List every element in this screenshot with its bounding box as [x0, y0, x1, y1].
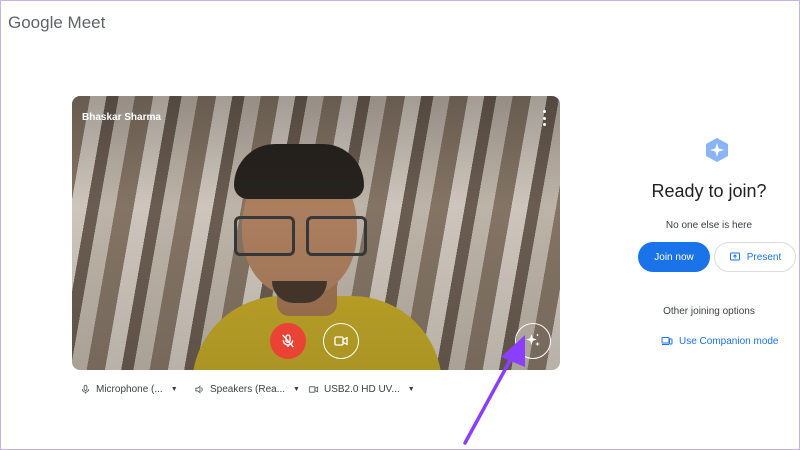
participants-status: No one else is here: [665, 220, 753, 231]
camera-icon: [334, 336, 348, 346]
speakers-label: Speakers (Rea...: [210, 384, 286, 395]
camera-toggle-button[interactable]: [323, 323, 359, 359]
participant-name: Bhaskar Sharma: [82, 112, 161, 123]
companion-mode-link[interactable]: Use Companion mode: [661, 335, 779, 347]
other-joining-options: Other joining options: [663, 306, 755, 317]
gemini-sparkle-icon: [706, 138, 728, 162]
annotation-arrow: [463, 335, 525, 445]
microphone-label: Microphone (...: [96, 384, 163, 395]
present-label: Present: [746, 251, 782, 263]
video-camera-icon: [308, 386, 319, 393]
ready-to-join-heading: Ready to join?: [651, 181, 767, 201]
companion-device-icon: [661, 337, 673, 345]
camera-preview: Bhaskar Sharma: [72, 96, 560, 370]
caret-down-icon: ▼: [407, 386, 415, 393]
companion-mode-label: Use Companion mode: [679, 335, 779, 347]
microphone-icon: [81, 384, 90, 394]
camera-label: USB2.0 HD UV...: [324, 384, 400, 395]
microphone-select[interactable]: Microphone (... ▼: [80, 384, 178, 395]
google-meet-logo: Google Meet: [8, 13, 106, 32]
present-button[interactable]: Present: [714, 242, 796, 272]
mic-toggle-button[interactable]: [270, 323, 306, 359]
caret-down-icon: ▼: [293, 386, 300, 393]
present-screen-icon: [729, 252, 740, 261]
caret-down-icon: ▼: [170, 386, 178, 393]
camera-select[interactable]: USB2.0 HD UV... ▼: [308, 384, 415, 395]
speakers-select[interactable]: Speakers (Rea... ▼: [194, 384, 300, 395]
join-now-button[interactable]: Join now: [638, 242, 710, 272]
speaker-icon: [195, 385, 203, 394]
mic-off-icon: [282, 334, 294, 348]
more-options-icon[interactable]: [540, 110, 548, 126]
